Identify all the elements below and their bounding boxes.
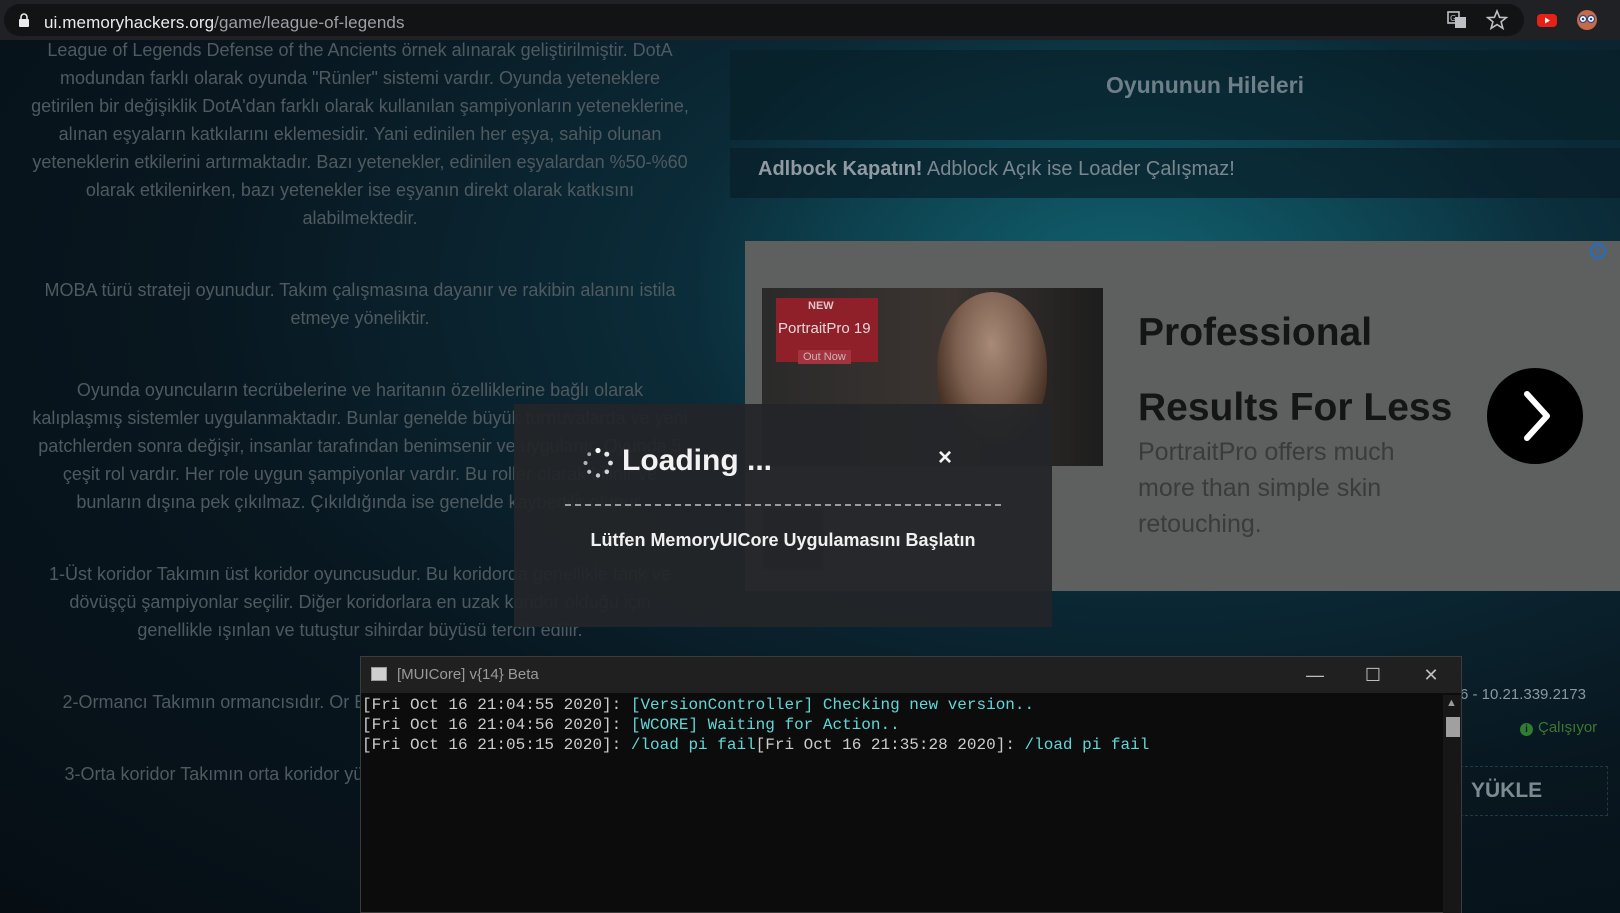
scroll-up-icon[interactable]: ▲	[1446, 697, 1457, 709]
adblock-notice-text: Adlbock Kapatın! Adblock Açık ise Loader…	[758, 158, 1235, 180]
console-title: [MUICore] v{14} Beta	[397, 666, 539, 683]
minimize-button[interactable]: —	[1301, 661, 1329, 689]
console-scrollbar[interactable]: ▲	[1443, 695, 1461, 913]
close-icon[interactable]: ×	[938, 444, 952, 472]
browser-toolbar: ui.memoryhackers.org/game/league-of-lege…	[0, 0, 1620, 40]
scrollbar-thumb[interactable]	[1446, 717, 1460, 737]
loading-title: Loading ...	[622, 444, 772, 477]
spinner-icon	[583, 447, 613, 478]
loading-modal	[514, 404, 1052, 627]
star-icon[interactable]	[1486, 9, 1508, 31]
ad-new-label: NEW	[808, 300, 834, 312]
version-text: 6 - 10.21.339.2173	[1460, 686, 1586, 703]
console-output[interactable]: [Fri Oct 16 21:04:55 2020]: [VersionCont…	[362, 695, 1442, 755]
youtube-icon[interactable]	[1536, 9, 1558, 31]
ad-subtext: PortraitPro offers much more than simple…	[1138, 438, 1395, 538]
load-button[interactable]: YÜKLE	[1460, 766, 1608, 816]
close-button[interactable]: ✕	[1417, 661, 1445, 689]
ad-info-icon[interactable]: i	[1590, 243, 1606, 259]
ad-next-button[interactable]	[1487, 368, 1583, 464]
maximize-button[interactable]: ☐	[1359, 661, 1387, 689]
translate-icon[interactable]: G	[1446, 9, 1468, 31]
svg-text:G: G	[1450, 14, 1456, 23]
cheats-title: Oyununun Hileleri	[1105, 72, 1305, 98]
chevron-right-icon	[1524, 391, 1550, 441]
extension-icon[interactable]	[1576, 9, 1598, 31]
ad-product-name: PortraitPro 19	[778, 320, 871, 337]
status-badge: i Çalışıyor	[1520, 719, 1597, 736]
article-paragraph: League of Legends Defense of the Ancient…	[31, 40, 689, 228]
url-text: ui.memoryhackers.org/game/league-of-lege…	[44, 13, 405, 32]
address-bar[interactable]: ui.memoryhackers.org/game/league-of-lege…	[4, 4, 1524, 36]
lock-icon	[19, 13, 29, 27]
info-icon: i	[1520, 723, 1533, 736]
article-paragraph: MOBA türü strateji oyunudur. Takım çalış…	[44, 280, 676, 328]
ad-out-now-label: Out Now	[798, 350, 851, 364]
loading-message: Lütfen MemoryUICore Uygulamasını Başlatı…	[590, 530, 976, 550]
modal-divider	[565, 504, 1001, 506]
console-app-icon	[371, 667, 387, 681]
console-line: [Fri Oct 16 21:05:15 2020]: /load pi fai…	[362, 736, 1150, 754]
console-titlebar[interactable]: [MUICore] v{14} Beta — ☐ ✕	[361, 657, 1461, 693]
screen: ui.memoryhackers.org/game/league-of-lege…	[0, 0, 1620, 913]
ad-headline[interactable]: Professional Results For Less	[1138, 295, 1468, 445]
console-window[interactable]: [MUICore] v{14} Beta — ☐ ✕ [Fri Oct 16 2…	[360, 656, 1462, 913]
console-line: [Fri Oct 16 21:04:55 2020]: [VersionCont…	[362, 696, 1035, 714]
console-line: [Fri Oct 16 21:04:56 2020]: [WCORE] Wait…	[362, 716, 900, 734]
